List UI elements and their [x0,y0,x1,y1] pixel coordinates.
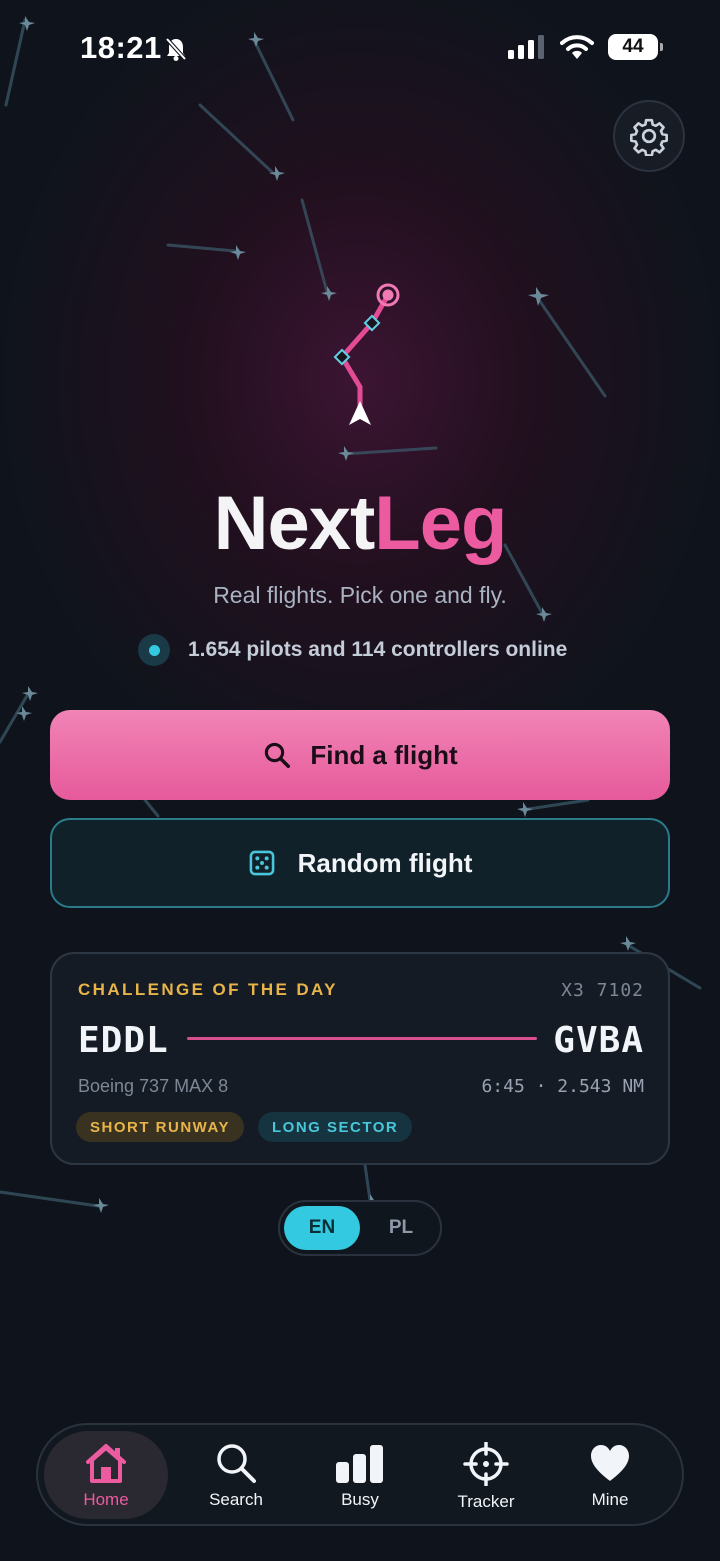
plane-icon [338,446,354,461]
dice-icon [249,850,274,876]
language-toggle: EN PL [278,1200,442,1256]
tab-tracker[interactable]: Tracker [424,1431,548,1519]
app-title: NextLeg [0,480,720,567]
tagline: Real flights. Pick one and fly. [213,582,507,608]
battery-indicator: 44 [608,34,663,60]
plane-icon [528,287,549,306]
destination-airport: GVBA [553,1020,644,1061]
heart-icon [591,1445,629,1481]
online-status-text: 1.654 pilots and 114 controllers online [188,638,568,661]
challenge-label: CHALLENGE OF THE DAY [78,980,338,999]
tab-home-label: Home [83,1490,129,1509]
plane-icon [517,802,533,817]
aircraft-type: Boeing 737 MAX 8 [78,1076,229,1096]
status-time: 18:21 [80,30,162,65]
tab-search-label: Search [209,1490,263,1509]
route-line [187,1037,537,1040]
home-icon [86,1444,126,1483]
settings-button[interactable] [613,100,685,172]
plane-icon [230,245,246,260]
gear-icon [630,118,668,156]
tab-home[interactable]: Home [44,1431,168,1519]
search-icon [265,742,291,768]
tab-busy-label: Busy [341,1490,379,1509]
app-title-part1: Next [213,481,376,566]
bar-chart-icon [336,1445,383,1483]
tag-short-runway: SHORT RUNWAY [76,1112,244,1142]
plane-icon [93,1198,109,1213]
origin-airport: EDDL [78,1020,169,1061]
random-flight-label: Random flight [297,847,473,878]
plane-icon [19,16,35,31]
tab-tracker-label: Tracker [457,1492,515,1511]
challenge-card[interactable]: CHALLENGE OF THE DAY X3 7102 EDDL GVBA B… [50,952,670,1165]
language-option-en[interactable]: EN [284,1206,360,1250]
language-option-pl[interactable]: PL [366,1206,436,1250]
tag-long-sector: LONG SECTOR [258,1112,413,1142]
random-flight-button[interactable]: Random flight [50,818,670,908]
plane-icon [248,32,264,47]
wifi-icon [560,35,594,59]
cellular-signal-icon [508,35,544,59]
route-logo-icon [333,283,400,425]
tab-mine[interactable]: Mine [548,1431,672,1519]
find-flight-label: Find a flight [310,739,458,770]
online-status: 1.654 pilots and 114 controllers online [138,634,567,666]
tab-search[interactable]: Search [174,1431,298,1519]
tab-mine-label: Mine [591,1490,629,1509]
flight-stats: 6:45 · 2.543 NM [481,1076,644,1097]
status-indicators: 44 [508,34,663,60]
tab-busy[interactable]: Busy [298,1431,422,1519]
crosshair-icon [463,1442,509,1486]
bell-muted-icon [165,37,187,61]
search-icon [217,1444,256,1483]
flight-code: X3 7102 [561,980,644,1001]
bottom-tab-bar: Home Search Busy Tracker Mine [36,1423,684,1526]
app-title-part2: Leg [374,481,507,566]
plane-icon [269,166,285,181]
find-flight-button[interactable]: Find a flight [50,710,670,800]
online-indicator-icon [138,634,170,666]
